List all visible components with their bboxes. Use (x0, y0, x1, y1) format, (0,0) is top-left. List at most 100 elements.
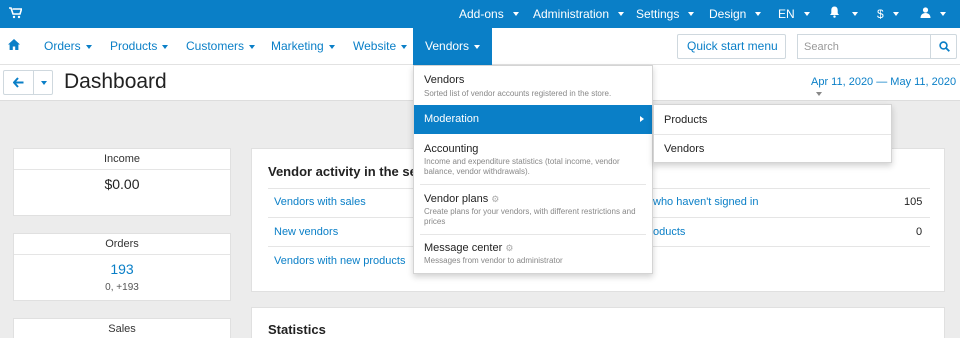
design-label: Design (709, 7, 747, 21)
orders-change: 0, +193 (105, 282, 139, 293)
puzzle-icon: ⚙ (505, 243, 514, 253)
administration-label: Administration (533, 7, 610, 21)
dropdown-item-title: Message center ⚙ (424, 242, 513, 254)
nav-products[interactable]: Products (110, 28, 169, 65)
income-value: $0.00 (104, 176, 140, 192)
quick-start-label: Quick start menu (687, 39, 778, 53)
user-icon (920, 0, 931, 28)
addons-label: Add-ons (459, 7, 504, 21)
chevron-down-icon (328, 44, 335, 49)
chevron-right-icon (640, 116, 644, 122)
search-button[interactable] (930, 34, 957, 59)
chevron-down-icon (688, 12, 695, 16)
vendors-with-sales-link[interactable]: Vendors with sales (274, 196, 366, 208)
dropdown-item-desc: Messages from vendor to administrator (424, 256, 563, 265)
date-range-picker[interactable]: Apr 11, 2020 — May 11, 2020 (811, 76, 960, 100)
chevron-down-icon (892, 12, 899, 16)
chevron-down-icon (618, 12, 625, 16)
vendors-dropdown: Vendors Sorted list of vendor accounts r… (413, 65, 653, 274)
chevron-down-icon (803, 12, 810, 16)
products-count: 0 (916, 226, 923, 238)
submenu-item-vendors[interactable]: Vendors (664, 143, 704, 155)
dropdown-item-vendor-plans[interactable]: Vendor plans ⚙ Create plans for your ven… (414, 185, 652, 235)
message-center-label: Message center (424, 242, 503, 254)
nav-marketing-label: Marketing (271, 39, 324, 53)
search-icon (939, 41, 950, 55)
income-label: Income (103, 153, 141, 165)
dropdown-item-accounting[interactable]: Accounting Income and expenditure statis… (414, 135, 652, 185)
sales-label: Sales (108, 323, 136, 335)
nav-website[interactable]: Website (353, 28, 408, 65)
divider (14, 169, 230, 170)
back-button-group[interactable] (3, 70, 53, 95)
chevron-down-icon (162, 44, 169, 49)
cart-icon[interactable] (9, 7, 23, 22)
chevron-down-icon (816, 92, 822, 97)
page-title: Dashboard (64, 70, 167, 93)
settings-menu[interactable]: Settings (636, 0, 695, 28)
chevron-down-icon (85, 44, 92, 49)
submenu-item-products[interactable]: Products (664, 114, 707, 126)
design-menu[interactable]: Design (709, 0, 762, 28)
user-menu[interactable] (920, 0, 946, 28)
not-signed-in-count: 105 (904, 196, 923, 208)
nav-orders[interactable]: Orders (44, 28, 92, 65)
administration-menu[interactable]: Administration (533, 0, 625, 28)
divider (14, 254, 230, 255)
button-divider (33, 71, 34, 94)
dropdown-item-desc: Create plans for your vendors, with diff… (424, 207, 636, 226)
chevron-down-icon (940, 12, 946, 16)
main-nav: Orders Products Customers Marketing Webs… (0, 28, 960, 72)
vendors-new-products-link[interactable]: Vendors with new products (274, 255, 405, 267)
statistics-panel: Statistics (251, 307, 945, 338)
chevron-down-icon (512, 12, 519, 16)
language-menu[interactable]: EN (778, 0, 810, 28)
moderation-submenu: Products Vendors (653, 104, 892, 163)
dropdown-item-title: Accounting (424, 143, 479, 155)
date-range-label: Apr 11, 2020 — May 11, 2020 (811, 76, 957, 88)
dropdown-item-message-center[interactable]: Message center ⚙ Messages from vendor to… (414, 235, 652, 273)
dropdown-item-title: Vendor plans ⚙ (424, 193, 499, 205)
search-input[interactable] (797, 34, 930, 59)
divider (654, 134, 891, 135)
dropdown-item-desc: Income and expenditure statistics (total… (424, 157, 620, 176)
currency-menu[interactable]: $ (877, 0, 899, 28)
nav-vendors-label: Vendors (425, 39, 470, 53)
income-card: Income $0.00 (13, 148, 231, 216)
chevron-down-icon (249, 44, 256, 49)
addons-menu[interactable]: Add-ons (459, 0, 519, 28)
nav-vendors[interactable]: Vendors (413, 28, 493, 65)
products-link[interactable]: oducts (653, 226, 685, 238)
currency-label: $ (877, 7, 884, 21)
bell-icon (829, 0, 840, 28)
notifications-menu[interactable] (829, 0, 858, 28)
sales-card: Sales (13, 318, 231, 338)
nav-website-label: Website (353, 39, 397, 53)
dropdown-item-moderation[interactable]: Moderation (414, 105, 652, 134)
nav-customers[interactable]: Customers (186, 28, 256, 65)
nav-marketing[interactable]: Marketing (271, 28, 335, 65)
quick-start-menu-button[interactable]: Quick start menu (677, 34, 786, 72)
vendor-activity-title: Vendor activity in the sele (268, 164, 428, 179)
orders-label: Orders (105, 238, 139, 250)
puzzle-icon: ⚙ (491, 194, 500, 204)
nav-orders-label: Orders (44, 39, 81, 53)
vendor-plans-label: Vendor plans (424, 193, 489, 205)
chevron-down-icon (474, 44, 481, 49)
not-signed-in-link[interactable]: who haven't signed in (653, 196, 758, 208)
chevron-down-icon (852, 12, 858, 16)
new-vendors-link[interactable]: New vendors (274, 226, 338, 238)
dropdown-item-vendors[interactable]: Vendors Sorted list of vendor accounts r… (414, 66, 652, 104)
dropdown-item-title: Vendors (424, 74, 465, 86)
nav-customers-label: Customers (186, 39, 245, 53)
dropdown-item-desc: Sorted list of vendor accounts registere… (424, 89, 612, 98)
settings-label: Settings (636, 7, 680, 21)
orders-value[interactable]: 193 (14, 261, 230, 277)
chevron-down-icon[interactable] (41, 81, 47, 85)
dropdown-item-title: Moderation (424, 113, 480, 125)
orders-card: Orders 193 0, +193 (13, 233, 231, 301)
language-label: EN (778, 7, 795, 21)
home-icon[interactable] (8, 39, 20, 53)
statistics-title: Statistics (268, 322, 326, 337)
arrow-left-icon[interactable] (12, 77, 24, 91)
